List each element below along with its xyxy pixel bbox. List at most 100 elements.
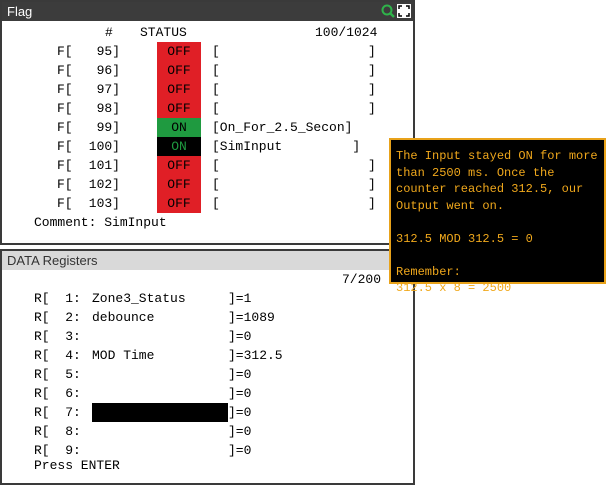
register-value[interactable]: ]=0 [228,422,251,441]
flag-panel-title: Flag [7,4,33,19]
flag-comment[interactable]: [On_For_2.5_Secon] [212,118,352,137]
register-row[interactable]: R[ 7: ]=0 [2,403,413,422]
flag-status-badge[interactable]: OFF [157,194,201,213]
register-index: R[ 3: [34,329,81,344]
flag-panel-titlebar: Flag [2,2,413,21]
data-panel-title: DATA Registers [7,253,98,268]
flag-status-badge[interactable]: OFF [157,175,201,194]
flag-comment[interactable]: [ ] [212,80,376,99]
flag-row[interactable]: F[ 98] OFF [ ] [2,99,413,118]
flag-index: 96] [96,63,120,78]
register-row[interactable]: R[ 5: ]=0 [2,365,413,384]
register-name[interactable] [92,422,228,441]
flag-index: 102] [88,177,120,192]
flag-prefix: F[ [57,139,73,154]
tooltip-line: 312.5 x 8 = 2500 [396,281,512,295]
flag-comment[interactable]: [SimInput ] [212,137,360,156]
register-index: R[ 4: [34,348,81,363]
register-index: R[ 5: [34,367,81,382]
maximize-icon[interactable] [397,4,411,18]
flag-index: 98] [96,101,120,116]
flag-comment[interactable]: [ ] [212,99,376,118]
register-name[interactable]: MOD Time [92,346,228,365]
register-name[interactable]: Zone3_Status [92,289,228,308]
flag-status-badge[interactable]: ON [157,118,201,137]
register-value[interactable]: ]=312.5 [228,346,283,365]
flag-prefix: F[ [57,44,73,59]
flag-row[interactable]: F[ 102] OFF [ ] [2,175,413,194]
tooltip-line [396,247,599,264]
flag-comment[interactable]: [ ] [212,42,376,61]
flag-status-badge[interactable]: OFF [157,42,201,61]
register-index: R[ 1: [34,291,81,306]
register-name-field-selected[interactable] [92,403,228,422]
register-row[interactable]: R[ 6: ]=0 [2,384,413,403]
explanation-tooltip: The Input stayed ON for more than 2500 ms… [389,138,606,295]
flag-panel: Flag # STATUS 100/1024 F[ 95] OFF [ ] F[ 96] O… [0,0,415,245]
tooltip-line: than 2500 ms. Once the [396,165,555,180]
data-registers-panel: DATA Registers 7/200 R[ 1: Zone3_Status]=… [0,249,415,485]
register-value[interactable]: ]=0 [228,403,251,422]
flag-status-badge[interactable]: OFF [157,80,201,99]
tooltip-line: counter reached 312.5, our [396,182,584,196]
register-name[interactable] [92,327,228,346]
column-header-status: STATUS [140,25,187,40]
register-value[interactable]: ]=1 [228,289,251,308]
flag-index: 99] [96,120,120,135]
flag-comment[interactable]: [ ] [212,156,376,175]
flag-status-badge[interactable]: OFF [157,156,201,175]
register-value[interactable]: ]=1089 [228,308,275,327]
tooltip-line [396,214,599,231]
register-row[interactable]: R[ 2: debounce]=1089 [2,308,413,327]
press-enter-prompt: Press ENTER [34,458,120,473]
flag-prefix: F[ [57,120,73,135]
flag-comment[interactable]: [ ] [212,194,376,213]
flag-page-count: 100/1024 [315,25,378,40]
flag-prefix: F[ [57,158,73,173]
flag-row[interactable]: F[ 101] OFF [ ] [2,156,413,175]
register-row[interactable]: R[ 4: MOD Time]=312.5 [2,346,413,365]
zoom-icon[interactable] [381,4,395,18]
register-row[interactable]: R[ 3: ]=0 [2,327,413,346]
flag-prefix: F[ [57,196,73,211]
tooltip-line: 312.5 MOD 312.5 = 0 [396,231,533,246]
data-panel-titlebar: DATA Registers [2,251,413,270]
register-index: R[ 2: [34,310,81,325]
register-name[interactable] [92,384,228,403]
flag-status-badge[interactable]: OFF [157,61,201,80]
comment-line: Comment: SimInput [34,215,167,230]
register-name[interactable] [92,365,228,384]
flag-row[interactable]: F[ 99] ON [On_For_2.5_Secon] [2,118,413,137]
register-value[interactable]: ]=0 [228,327,251,346]
register-row[interactable]: R[ 8:]=0 [2,422,413,441]
flag-row[interactable]: F[ 95] OFF [ ] [2,42,413,61]
register-value[interactable]: ]=0 [228,384,251,403]
tooltip-line: Remember: [396,264,461,279]
flag-row[interactable]: F[97] OFF [ ] [2,80,413,99]
flag-prefix: F[ [57,101,73,116]
register-name[interactable]: debounce [92,308,228,327]
flag-comment[interactable]: [ ] [212,175,376,194]
register-row[interactable]: R[ 1: Zone3_Status]=1 [2,289,413,308]
flag-row[interactable]: F[ 96] OFF [ ] [2,61,413,80]
flag-comment[interactable]: [ ] [212,61,376,80]
flag-index: 97] [96,82,120,97]
register-index: R[ 7: [34,405,81,420]
flag-row[interactable]: F[ 103] OFF [ ] [2,194,413,213]
register-page-count: 7/200 [342,272,382,287]
flag-prefix: F[ [57,63,73,78]
register-index: R[ 6: [34,386,81,401]
flag-status-badge[interactable]: OFF [157,99,201,118]
flag-index: 103] [88,196,120,211]
flag-status-badge[interactable]: ON [157,137,201,156]
flag-index: 95] [96,44,120,59]
tooltip-line: Output went on. [396,198,505,213]
flag-index: 100] [88,139,120,154]
flag-panel-title-icons [381,4,411,20]
register-value[interactable]: ]=0 [228,441,251,460]
flag-row[interactable]: F[ 100] ON [SimInput ] [2,137,413,156]
column-header-number: # [105,25,113,40]
flag-index: 101] [88,158,120,173]
flag-prefix: F[ [57,177,73,192]
register-value[interactable]: ]=0 [228,365,251,384]
